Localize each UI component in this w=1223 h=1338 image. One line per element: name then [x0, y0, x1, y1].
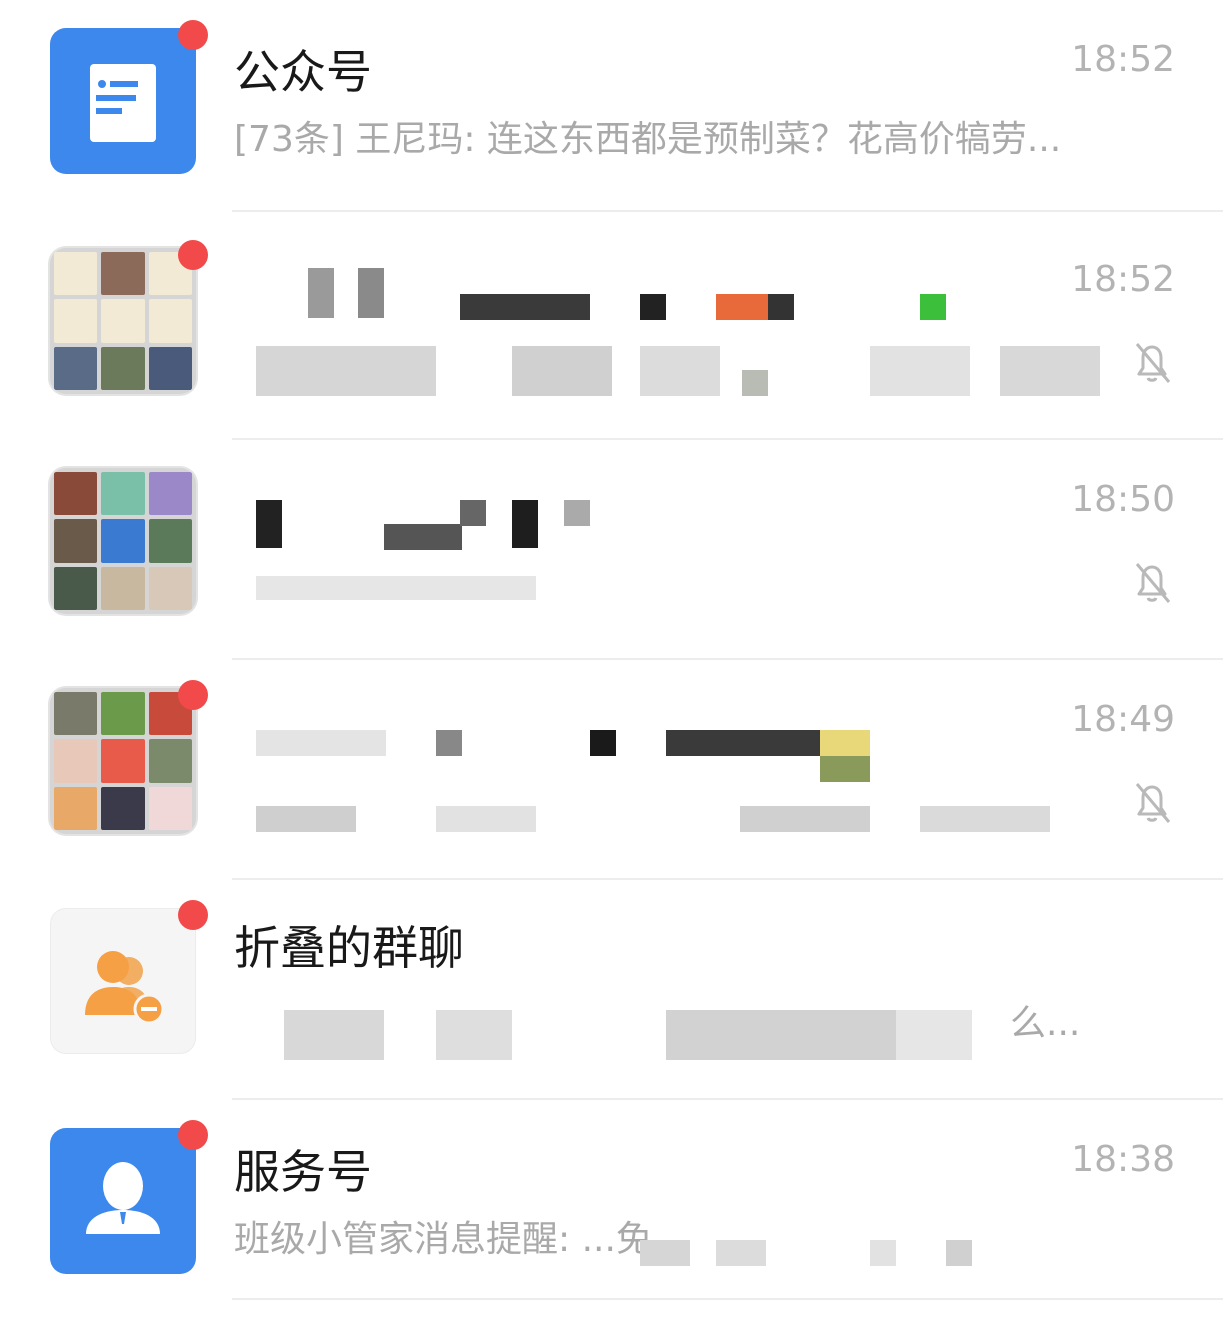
pixelated-name: [666, 730, 820, 756]
pixelated-name: [512, 500, 538, 548]
pixelated-preview: [256, 576, 536, 600]
pixelated-preview: [870, 346, 970, 396]
chat-preview: 班级小管家消息提醒: ...免...: [234, 1219, 687, 1260]
group-grid-avatar: [50, 468, 196, 614]
pixelated-name: [358, 268, 384, 318]
pixelated-name: [820, 730, 870, 756]
pixelated-preview: [1000, 346, 1100, 396]
pixelated-preview: [946, 1240, 972, 1266]
pixelated-preview: [920, 806, 1050, 832]
pixelated-name: [716, 294, 768, 320]
official-accounts-avatar: [50, 28, 196, 174]
divider: [232, 1298, 1223, 1300]
service-accounts-avatar: [50, 1128, 196, 1274]
pixelated-preview: [512, 346, 612, 396]
pixelated-name: [256, 730, 386, 756]
chat-row-group-3[interactable]: 18:49: [0, 660, 1223, 880]
pixelated-preview: [284, 1010, 384, 1060]
chat-row-group-1[interactable]: 18:52: [0, 220, 1223, 440]
pixelated-preview: [896, 1010, 972, 1060]
pixelated-name: [460, 294, 590, 320]
pixelated-preview: [436, 1010, 512, 1060]
article-icon: [90, 64, 156, 142]
mute-bell-icon: [1135, 783, 1171, 823]
pixelated-name: [564, 500, 590, 526]
pixelated-preview: [870, 1240, 896, 1266]
pixelated-name: [460, 500, 486, 526]
pixelated-name: [820, 756, 870, 782]
chat-time: 18:50: [1071, 479, 1175, 520]
pixelated-preview: [256, 346, 436, 396]
chat-row-official-accounts[interactable]: 公众号 18:52 [73条] 王尼玛: 连这东西都是预制菜？花高价犒劳...: [0, 0, 1223, 220]
pixelated-preview: [256, 806, 356, 832]
service-account-icon: [86, 1162, 160, 1234]
pixelated-preview: [640, 346, 720, 396]
pixelated-preview: [640, 1240, 690, 1266]
pixelated-preview: [436, 806, 536, 832]
chat-time: 18:52: [1071, 39, 1175, 80]
unread-dot: [178, 20, 208, 50]
chat-row-folded-groups[interactable]: 折叠的群聊 么...: [0, 880, 1223, 1100]
pixelated-preview: [666, 1010, 896, 1060]
unread-dot: [178, 900, 208, 930]
chat-time: 18:52: [1071, 259, 1175, 300]
mute-bell-icon: [1135, 343, 1171, 383]
group-grid-avatar: [50, 688, 196, 834]
unread-dot: [178, 240, 208, 270]
chat-time: 18:38: [1071, 1139, 1175, 1180]
pixelated-name: [920, 294, 946, 320]
pixelated-preview: [742, 370, 768, 396]
chat-row-service-accounts[interactable]: 服务号 18:38 班级小管家消息提醒: ...免...: [0, 1100, 1223, 1320]
divider: [232, 210, 1223, 212]
mute-bell-icon: [1135, 563, 1171, 603]
pixelated-name: [256, 500, 282, 548]
group-grid-avatar: [50, 248, 196, 394]
unread-dot: [178, 680, 208, 710]
chat-time: 18:49: [1071, 699, 1175, 740]
pixelated-name: [384, 524, 462, 550]
pixelated-name: [308, 268, 334, 318]
chat-name: 服务号: [234, 1145, 372, 1199]
pixelated-name: [436, 730, 462, 756]
chat-row-group-2[interactable]: 18:50: [0, 440, 1223, 660]
pixelated-name: [768, 294, 794, 320]
chat-list: 公众号 18:52 [73条] 王尼玛: 连这东西都是预制菜？花高价犒劳... …: [0, 0, 1223, 1338]
chat-preview: 么...: [1010, 1003, 1081, 1044]
chat-name: 公众号: [234, 45, 372, 99]
pixelated-preview: [740, 806, 870, 832]
pixelated-name: [590, 730, 616, 756]
chat-name: 折叠的群聊: [234, 921, 464, 975]
pixelated-name: [640, 294, 666, 320]
unread-dot: [178, 1120, 208, 1150]
folded-group-avatar: [50, 908, 196, 1054]
chat-preview: [73条] 王尼玛: 连这东西都是预制菜？花高价犒劳...: [234, 119, 1062, 160]
folded-group-icon: [85, 951, 165, 1025]
pixelated-preview: [716, 1240, 766, 1266]
